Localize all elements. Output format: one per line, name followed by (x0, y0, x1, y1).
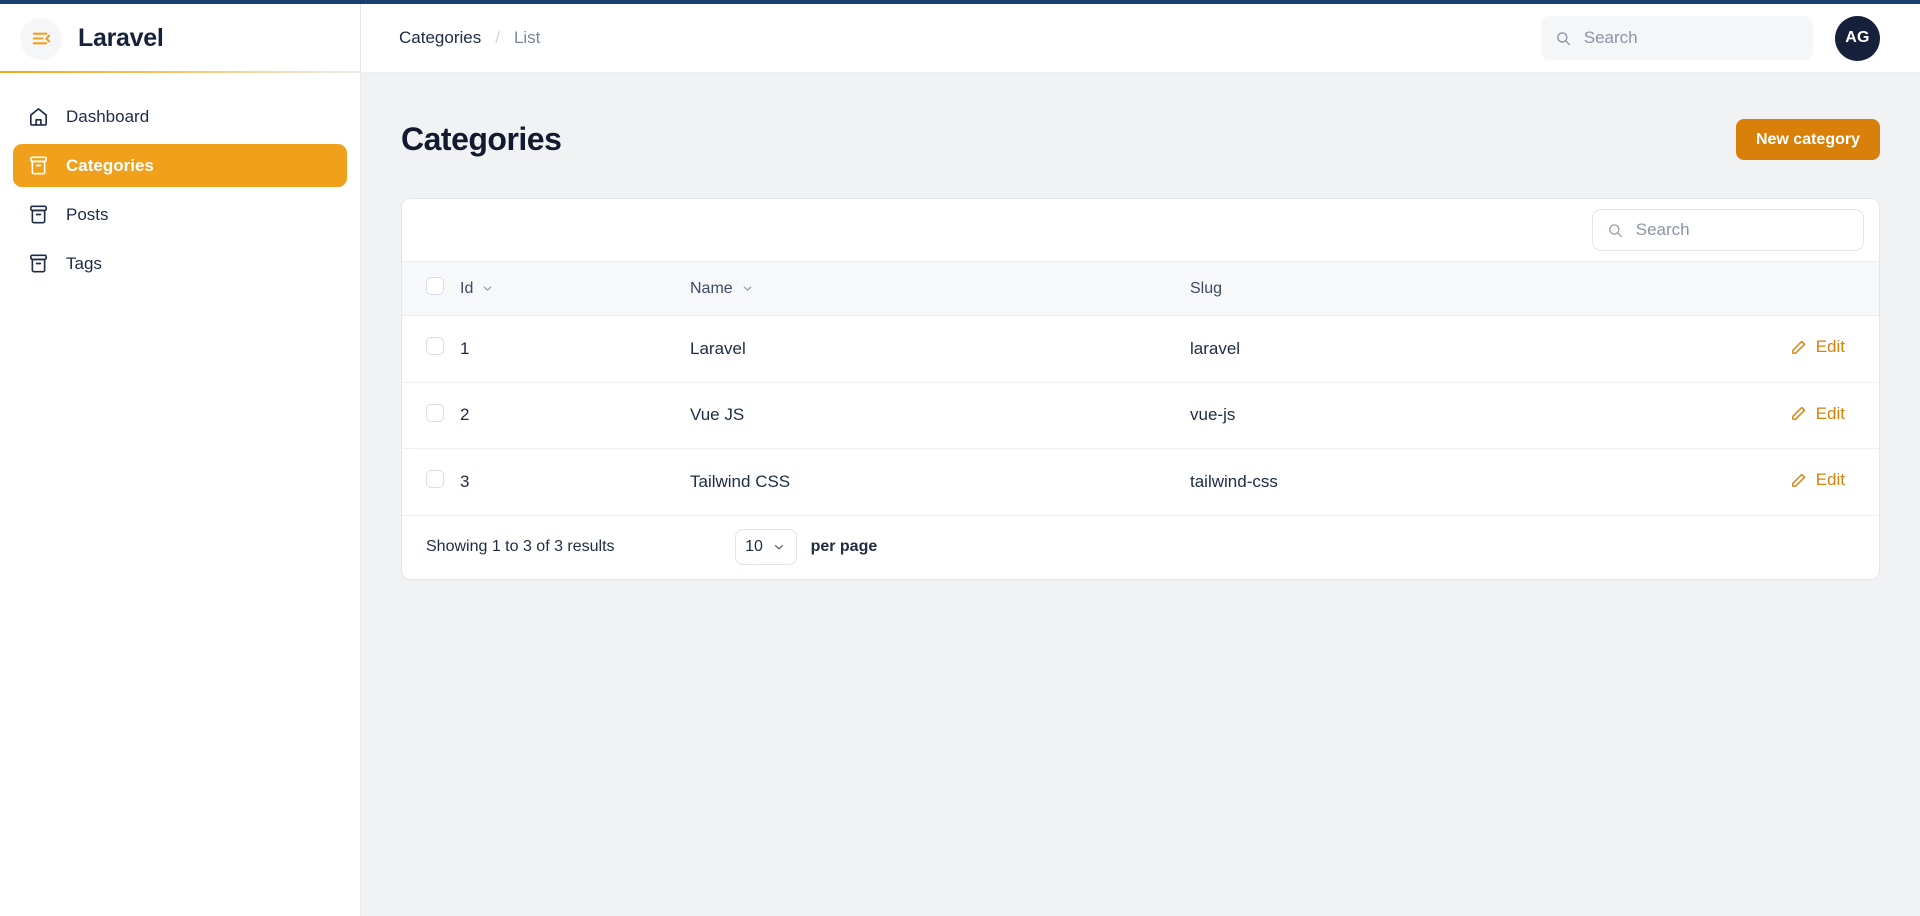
breadcrumb-parent[interactable]: Categories (399, 28, 481, 48)
cell-actions: Edit (1699, 448, 1879, 516)
table-body: 1 Laravel laravel Edit 2 Vue JS vue-js E… (402, 315, 1879, 516)
topbar: Categories / List AG (361, 4, 1920, 73)
sidebar-nav: Dashboard Categories Posts Tags (0, 73, 360, 291)
breadcrumb-current: List (513, 28, 541, 47)
topbar-right: AG (1541, 15, 1880, 61)
sidebar-brand: Laravel (0, 4, 360, 73)
global-search[interactable] (1541, 16, 1813, 60)
cell-id: 2 (460, 382, 690, 449)
select-all-header (402, 261, 460, 316)
pencil-icon (1791, 406, 1805, 420)
cell-id: 3 (460, 448, 690, 516)
row-select-cell (402, 382, 460, 449)
table-search[interactable] (1592, 209, 1864, 251)
sidebar-item-label: Posts (66, 204, 109, 224)
column-header-name[interactable]: Name (690, 261, 1190, 316)
sidebar-item-label: Dashboard (66, 106, 150, 126)
cell-slug: vue-js (1190, 382, 1699, 449)
categories-card: Id Name (401, 198, 1880, 580)
sidebar: Laravel Dashboard Categories Posts Tags (0, 4, 361, 916)
chevron-down-icon (774, 544, 784, 550)
table-row: 2 Vue JS vue-js Edit (402, 382, 1879, 449)
breadcrumb: Categories / List (399, 28, 540, 48)
edit-link[interactable]: Edit (1790, 470, 1845, 490)
cell-name: Laravel (690, 315, 1190, 383)
cell-slug: tailwind-css (1190, 448, 1699, 516)
archive-box-icon (30, 254, 47, 273)
page-title: Categories (401, 121, 562, 157)
brand-name: Laravel (78, 24, 164, 52)
page-header: Categories New category (401, 119, 1880, 160)
row-checkbox[interactable] (426, 470, 444, 489)
table-toolbar (402, 199, 1879, 261)
select-all-checkbox[interactable] (426, 277, 444, 295)
search-icon (1609, 223, 1623, 237)
column-label-slug: Slug (1190, 279, 1223, 297)
app-root: Laravel Dashboard Categories Posts Tags … (0, 0, 1920, 916)
per-page-select[interactable]: 10 (734, 529, 797, 565)
column-label-name: Name (690, 279, 733, 297)
row-select-cell (402, 315, 460, 383)
avatar-initials: AG (1845, 29, 1870, 46)
results-summary: Showing 1 to 3 of 3 results (426, 538, 615, 555)
global-search-input[interactable] (1583, 28, 1799, 48)
cell-slug: laravel (1190, 315, 1699, 383)
per-page-value: 10 (745, 538, 763, 555)
table-row: 1 Laravel laravel Edit (402, 315, 1879, 383)
column-label-id: Id (460, 279, 474, 297)
chevron-down-icon (483, 286, 492, 291)
row-select-cell (402, 448, 460, 516)
search-icon (1557, 31, 1571, 45)
row-checkbox[interactable] (426, 337, 444, 356)
sidebar-item-label: Tags (66, 253, 102, 273)
row-checkbox[interactable] (426, 403, 444, 422)
sidebar-item-label: Categories (66, 155, 154, 175)
sidebar-item-posts[interactable]: Posts (13, 193, 347, 236)
edit-link[interactable]: Edit (1790, 337, 1845, 357)
chevron-down-icon (743, 286, 752, 291)
edit-label: Edit (1815, 337, 1845, 356)
column-header-id[interactable]: Id (460, 261, 690, 316)
cell-actions: Edit (1699, 315, 1879, 383)
avatar[interactable]: AG (1835, 15, 1880, 61)
cell-actions: Edit (1699, 382, 1879, 449)
categories-table: Id Name Slug 1 Laravel laravel Edit 2 Vu… (402, 261, 1879, 516)
main-area: Categories / List AG Categorie (361, 4, 1920, 916)
table-footer: Showing 1 to 3 of 3 results 10 per page (402, 516, 1879, 579)
per-page-label: per page (810, 538, 878, 555)
column-header-slug: Slug (1190, 261, 1699, 316)
home-icon (30, 108, 47, 126)
edit-label: Edit (1815, 470, 1845, 489)
sidebar-item-tags[interactable]: Tags (13, 242, 347, 285)
per-page-control: 10 per page (734, 529, 878, 565)
new-category-button[interactable]: New category (1735, 119, 1880, 160)
table-head: Id Name Slug (402, 261, 1879, 316)
pencil-icon (1791, 473, 1805, 487)
pencil-icon (1791, 340, 1805, 354)
edit-link[interactable]: Edit (1790, 404, 1845, 424)
page-content: Categories New category Search Id Name S… (361, 73, 1920, 916)
breadcrumb-separator: / (495, 28, 500, 47)
cell-name: Tailwind CSS (690, 448, 1190, 516)
menu-collapse-button[interactable] (20, 17, 62, 60)
table-header-row: Id Name Slug (402, 261, 1879, 316)
archive-box-icon (30, 205, 47, 224)
table-search-input[interactable] (1635, 220, 1849, 240)
menu-collapse-icon (32, 32, 50, 45)
sidebar-item-categories[interactable]: Categories (13, 144, 347, 187)
edit-label: Edit (1815, 403, 1845, 423)
column-header-actions (1699, 261, 1879, 316)
sidebar-item-dashboard[interactable]: Dashboard (13, 95, 347, 138)
cell-id: 1 (460, 315, 690, 383)
table-row: 3 Tailwind CSS tailwind-css Edit (402, 448, 1879, 516)
cell-name: Vue JS (690, 382, 1190, 449)
archive-box-icon (30, 156, 47, 175)
